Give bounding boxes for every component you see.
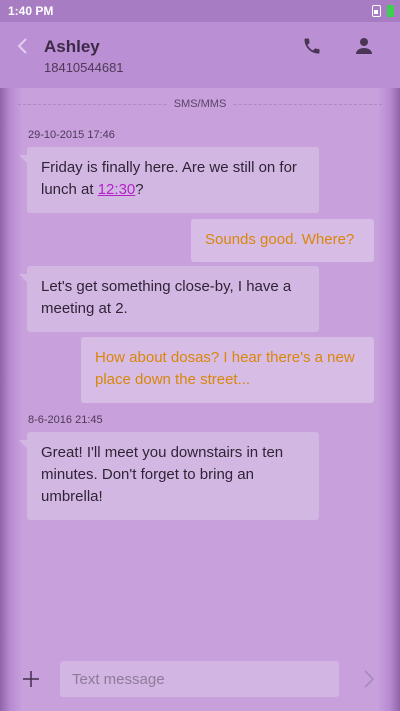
message-text: How about dosas? I hear there's a new pl… — [95, 349, 355, 388]
contact-details-icon[interactable] — [355, 36, 373, 56]
sim-icon — [372, 5, 381, 17]
status-bar: 1:40 PM — [0, 0, 400, 22]
contact-phone-number: 18410544681 — [44, 60, 124, 75]
message-composer — [0, 650, 400, 711]
message-timestamp: 8-6-2016 21:45 — [28, 414, 103, 426]
message-text: Great! I'll meet you downstairs in ten m… — [41, 444, 284, 505]
battery-icon — [387, 5, 394, 17]
outgoing-message-bubble[interactable]: Sounds good. Where? — [191, 219, 374, 262]
messaging-app: 1:40 PM Ashley 18410544681 SMS/MMS 29-10… — [0, 0, 400, 711]
send-icon[interactable] — [362, 669, 376, 689]
incoming-message-bubble[interactable]: Friday is finally here. Are we still on … — [19, 147, 319, 213]
incoming-message-bubble[interactable]: Great! I'll meet you downstairs in ten m… — [19, 432, 319, 520]
message-text: Sounds good. Where? — [205, 231, 355, 248]
message-text: Friday is finally here. Are we still on … — [41, 159, 297, 198]
message-text: Let's get something close-by, I have a m… — [41, 278, 292, 317]
outgoing-message-bubble[interactable]: How about dosas? I hear there's a new pl… — [81, 337, 374, 403]
plus-icon[interactable] — [22, 670, 40, 688]
incoming-message-bubble[interactable]: Let's get something close-by, I have a m… — [19, 266, 319, 332]
time-link[interactable]: 12:30 — [98, 181, 136, 198]
contact-name: Ashley — [44, 37, 100, 56]
status-time: 1:40 PM — [8, 4, 54, 18]
back-arrow-icon[interactable] — [14, 36, 32, 56]
conversation-header: Ashley 18410544681 — [0, 22, 400, 88]
message-timestamp: 29-10-2015 17:46 — [28, 129, 115, 141]
message-input[interactable] — [60, 661, 339, 697]
phone-icon[interactable] — [302, 36, 322, 56]
message-text-end: ? — [135, 181, 144, 198]
status-icons — [372, 4, 394, 18]
channel-label: SMS/MMS — [0, 98, 400, 110]
